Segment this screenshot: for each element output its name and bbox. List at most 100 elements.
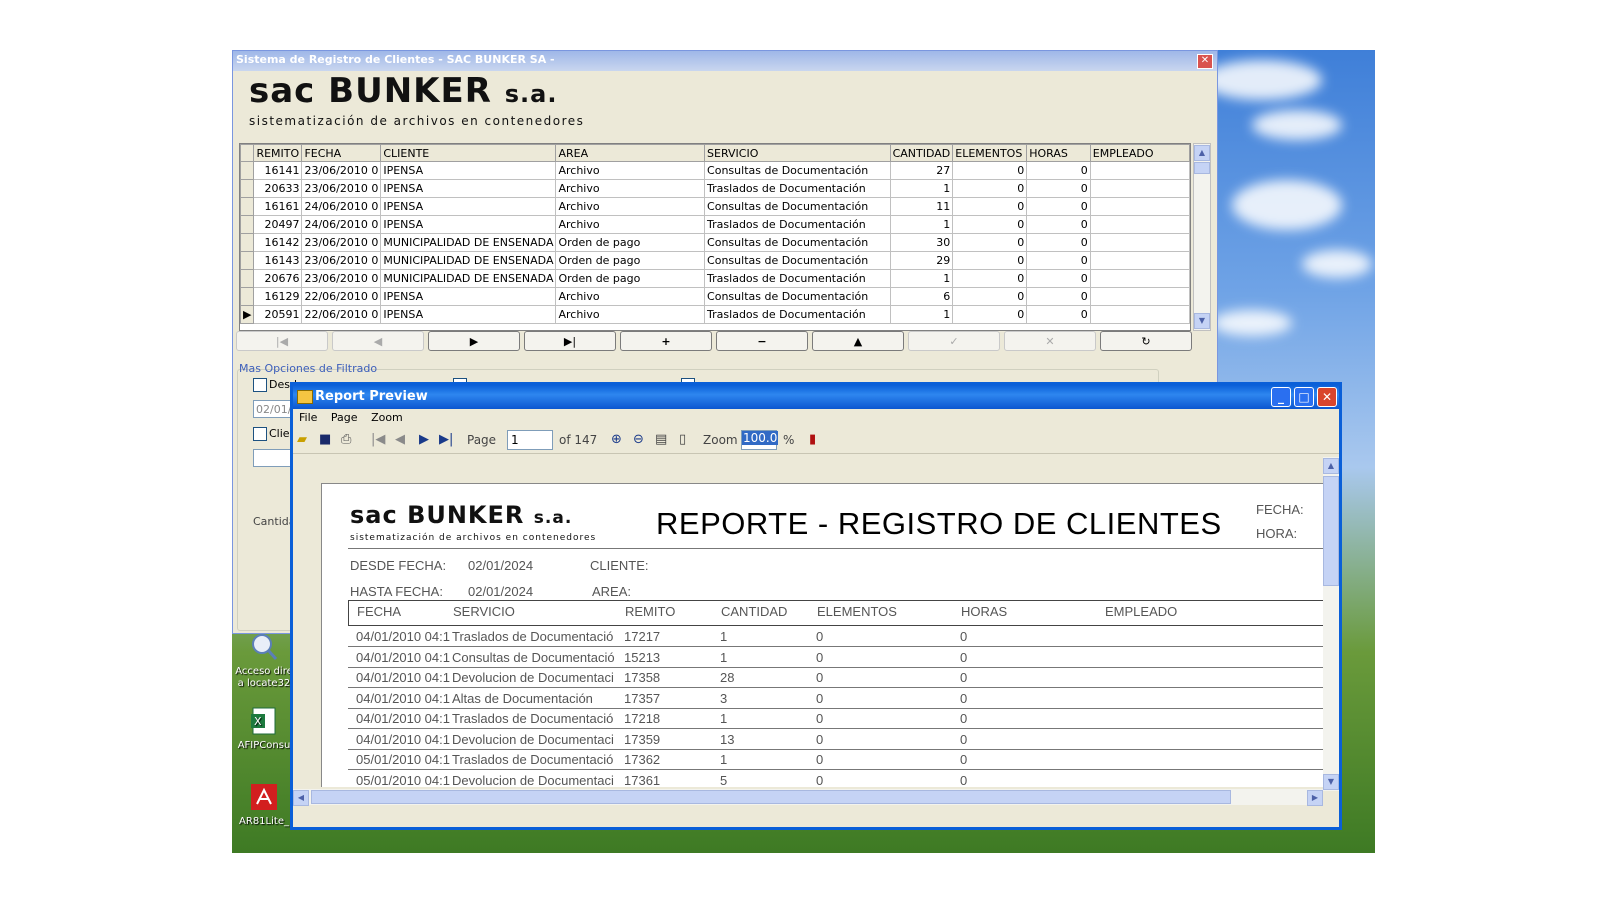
table-row[interactable]: 16161 24/06/2010 0 IPENSA Archivo Consultas … (240, 197, 1190, 216)
zoom-in-icon[interactable]: ⊕ (611, 432, 622, 448)
report-vertical-scrollbar[interactable]: ▲ ▼ (1323, 457, 1339, 791)
records-grid[interactable]: REMITO FECHA CLIENTE AREA SERVICIO CANTI… (239, 143, 1191, 331)
previous-page-icon[interactable]: ◀ (395, 432, 405, 448)
page-width-icon[interactable]: ▤ (655, 432, 667, 448)
page-number-input[interactable]: 1 (507, 430, 553, 450)
insert-record-button[interactable]: + (620, 331, 712, 351)
scroll-up-icon[interactable]: ▲ (1194, 145, 1210, 161)
table-row[interactable]: 20497 24/06/2010 0 IPENSA Archivo Traslados … (240, 215, 1190, 234)
refresh-records-button[interactable]: ↻ (1100, 331, 1192, 351)
report-cell-servicio: Altas de Documentación (452, 690, 593, 706)
report-cell-remito: 17217 (624, 629, 661, 644)
desktop-icon-locate32[interactable]: Acceso dire a locate32 (234, 632, 294, 690)
cell-elementos: 0 (952, 251, 1028, 270)
menu-zoom[interactable]: Zoom (371, 411, 403, 424)
report-cell-fecha: 04/01/2010 04:1 (356, 711, 450, 726)
column-header-elementos[interactable]: ELEMENTOS (952, 144, 1028, 162)
report-col-horas: HORAS (961, 604, 1008, 619)
current-row-indicator[interactable]: ▶ (240, 305, 255, 324)
whole-page-icon[interactable]: ▯ (679, 432, 686, 448)
column-header-horas[interactable]: HORAS (1026, 144, 1091, 162)
cancel-record-button[interactable]: ✕ (1004, 331, 1096, 351)
row-selector[interactable] (240, 197, 255, 216)
cliente-checkbox[interactable] (253, 427, 267, 441)
row-selector[interactable] (240, 161, 255, 180)
zoom-input[interactable]: 100.0 (741, 430, 779, 450)
cell-cliente: MUNICIPALIDAD DE ENSENADA (380, 233, 557, 252)
table-row[interactable]: ▶ 20591 22/06/2010 0 IPENSA Archivo Traslados… (240, 305, 1190, 324)
desktop-icon-afipconsu[interactable]: X AFIPConsu (234, 706, 294, 752)
last-page-icon[interactable]: ▶| (439, 432, 453, 448)
desde-fecha-label: DESDE FECHA: (350, 558, 447, 573)
column-header-empleado[interactable]: EMPLEADO (1089, 144, 1190, 162)
report-horizontal-scrollbar[interactable]: ◀ ▶ (293, 789, 1323, 806)
prior-record-button[interactable]: ◀ (332, 331, 424, 351)
column-header-cliente[interactable]: CLIENTE (380, 144, 557, 162)
main-window-titlebar: Sistema de Registro de Clientes - SAC BU… (233, 51, 1217, 71)
table-row[interactable]: 20633 23/06/2010 0 IPENSA Archivo Traslados … (240, 179, 1190, 198)
desde-checkbox[interactable] (253, 378, 267, 392)
report-col-cantidad: CANTIDAD (721, 604, 788, 619)
report-cell-horas: 0 (960, 752, 968, 767)
row-selector[interactable] (240, 251, 255, 270)
cell-fecha: 23/06/2010 0 (301, 161, 382, 180)
column-header-fecha[interactable]: FECHA (301, 144, 382, 162)
post-record-button[interactable]: ✓ (908, 331, 1000, 351)
svg-text:X: X (254, 715, 262, 728)
table-row[interactable]: 16141 23/06/2010 0 IPENSA Archivo Consultas … (240, 161, 1190, 180)
cliente-field[interactable] (253, 449, 293, 467)
scroll-down-icon[interactable]: ▼ (1323, 774, 1339, 790)
scroll-left-icon[interactable]: ◀ (293, 790, 309, 806)
maximize-icon[interactable]: □ (1294, 387, 1314, 407)
close-icon[interactable]: ✕ (1197, 54, 1213, 69)
exit-door-icon[interactable]: ▮ (809, 432, 816, 448)
desktop-icon-label: Acceso dire a locate32 (235, 666, 293, 689)
table-row[interactable]: 16143 23/06/2010 0 MUNICIPALIDAD DE ENSENA… (240, 251, 1190, 270)
last-record-button[interactable]: ▶| (524, 331, 616, 351)
row-selector[interactable] (240, 269, 255, 288)
grid-vertical-scrollbar[interactable]: ▲ ▼ (1193, 143, 1211, 331)
report-preview-area[interactable]: sac BUNKER s.a. sistematización de archi… (293, 457, 1323, 787)
hscroll-thumb[interactable] (311, 790, 1231, 804)
desktop-icon-ar81lite[interactable]: AR81Lite_ (234, 782, 294, 828)
table-row[interactable]: 16129 22/06/2010 0 IPENSA Archivo Consultas … (240, 287, 1190, 306)
report-row: 04/01/2010 04:1 Devolucion de Documentaci… (348, 667, 1323, 688)
cell-empleado (1089, 305, 1190, 324)
next-record-button[interactable]: ▶ (428, 331, 520, 351)
close-icon[interactable]: ✕ (1317, 387, 1337, 407)
minimize-icon[interactable]: _ (1271, 387, 1291, 407)
table-row[interactable]: 20676 23/06/2010 0 MUNICIPALIDAD DE ENSENA… (240, 269, 1190, 288)
row-selector[interactable] (240, 287, 255, 306)
report-cell-cantidad: 1 (720, 629, 728, 644)
delete-record-button[interactable]: − (716, 331, 808, 351)
scroll-right-icon[interactable]: ▶ (1307, 790, 1323, 806)
cell-remito: 16143 (253, 251, 303, 270)
scroll-down-icon[interactable]: ▼ (1194, 313, 1210, 329)
open-folder-icon[interactable]: ▰ (297, 432, 307, 448)
row-selector[interactable] (240, 179, 255, 198)
table-row[interactable]: 16142 23/06/2010 0 MUNICIPALIDAD DE ENSENA… (240, 233, 1190, 252)
column-header-remito[interactable]: REMITO (253, 144, 303, 162)
row-selector[interactable] (240, 215, 255, 234)
cell-empleado (1089, 287, 1190, 306)
first-page-icon[interactable]: |◀ (371, 432, 385, 448)
edit-record-button[interactable]: ▲ (812, 331, 904, 351)
first-record-button[interactable]: |◀ (236, 331, 328, 351)
report-cell-horas: 0 (960, 629, 968, 644)
zoom-out-icon[interactable]: ⊖ (633, 432, 644, 448)
scroll-up-icon[interactable]: ▲ (1323, 458, 1339, 474)
desde-date-field[interactable]: 02/01/ (253, 400, 293, 418)
menu-file[interactable]: File (299, 411, 317, 424)
next-page-icon[interactable]: ▶ (419, 432, 429, 448)
column-header-servicio[interactable]: SERVICIO (704, 144, 891, 162)
row-selector[interactable] (240, 233, 255, 252)
save-icon[interactable]: ■ (319, 432, 331, 448)
print-icon[interactable]: ⎙ (341, 432, 351, 448)
column-header-cantidad[interactable]: CANTIDAD (889, 144, 954, 162)
menu-page[interactable]: Page (331, 411, 358, 424)
column-header-area[interactable]: AREA (555, 144, 706, 162)
scroll-thumb[interactable] (1323, 476, 1339, 586)
scroll-thumb[interactable] (1194, 162, 1210, 174)
report-col-elementos: ELEMENTOS (817, 604, 897, 619)
report-logo-suffix: s.a. (533, 508, 573, 528)
